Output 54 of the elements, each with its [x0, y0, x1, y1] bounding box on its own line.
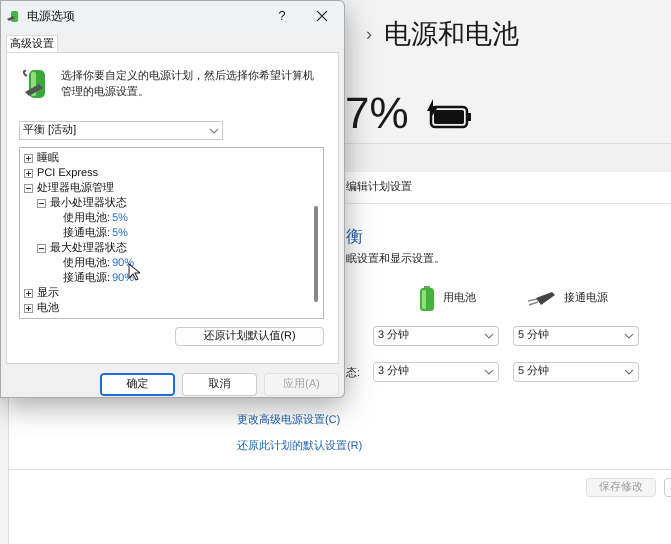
chevron-down-icon — [624, 368, 634, 374]
dropdown[interactable]: 5 分钟 — [513, 326, 639, 346]
tree-item[interactable]: 电池 — [37, 300, 59, 317]
plug-icon — [528, 290, 556, 306]
scrollbar-thumb[interactable] — [314, 206, 318, 302]
breadcrumb-separator: › — [366, 22, 372, 46]
dropdown[interactable]: 3 分钟 — [373, 326, 499, 346]
setting-value[interactable]: 5% — [112, 225, 128, 242]
column-label: 用电池 — [443, 291, 476, 306]
expand-icon[interactable] — [24, 289, 33, 298]
power-options-icon — [7, 9, 21, 23]
tab[interactable]: 高级设置 — [6, 35, 58, 52]
setting-value[interactable]: 5% — [112, 210, 128, 227]
collapse-icon[interactable] — [37, 244, 46, 253]
button[interactable]: 取消 — [182, 373, 257, 396]
plan-name: 衡 — [346, 228, 364, 245]
expand-icon[interactable] — [24, 304, 33, 313]
setting-label: 使用电池: — [63, 211, 110, 226]
page-title: 电源和电池 — [384, 18, 519, 51]
tree-item[interactable]: PCI Express — [37, 165, 98, 182]
window-title: 电源选项 — [27, 8, 75, 25]
battery-icon — [419, 286, 435, 312]
battery-percent: 7% — [345, 92, 409, 136]
button[interactable]: 确定 — [100, 373, 175, 396]
address-text: 编辑计划设置 — [346, 180, 412, 196]
dropdown[interactable]: 5 分钟 — [513, 362, 639, 382]
setting-label: 使用电池: — [63, 256, 110, 272]
collapse-icon[interactable] — [24, 184, 33, 193]
chevron-down-icon — [484, 368, 494, 374]
tree-item[interactable]: 睡眠 — [37, 150, 59, 167]
setting-label: 接通电源: — [63, 270, 110, 286]
link[interactable]: 更改高级电源设置(C) — [237, 412, 340, 428]
intro-text: 选择你要自定义的电源计划，然后选择你希望计算机管理的电源设置。 — [61, 68, 315, 100]
expand-icon[interactable] — [24, 154, 33, 163]
plan-dropdown[interactable]: 平衡 [活动] — [19, 121, 223, 140]
chevron-down-icon — [484, 332, 494, 338]
row-label: 态: — [346, 366, 360, 378]
link[interactable]: 还原此计划的默认设置(R) — [237, 438, 362, 454]
plan-description: 眠设置和显示设置。 — [346, 252, 446, 267]
chevron-down-icon — [624, 332, 634, 338]
tree-item[interactable]: 最小处理器状态 — [50, 195, 127, 212]
restore-defaults-button[interactable]: 还原计划默认值(R) — [175, 327, 324, 346]
battery-charging-icon — [424, 99, 473, 129]
collapse-icon[interactable] — [37, 199, 46, 208]
column-label: 接通电源 — [564, 290, 608, 306]
chevron-down-icon — [209, 128, 219, 134]
setting-label: 接通电源: — [63, 226, 110, 242]
tree-item[interactable]: 处理器电源管理 — [37, 180, 114, 197]
dropdown[interactable]: 3 分钟 — [373, 362, 499, 382]
help-button[interactable]: ? — [270, 6, 294, 26]
tree-item[interactable]: 显示 — [37, 285, 59, 302]
expand-icon[interactable] — [24, 169, 33, 178]
close-button[interactable] — [314, 8, 330, 24]
tree-item[interactable]: 最大处理器状态 — [50, 240, 127, 257]
